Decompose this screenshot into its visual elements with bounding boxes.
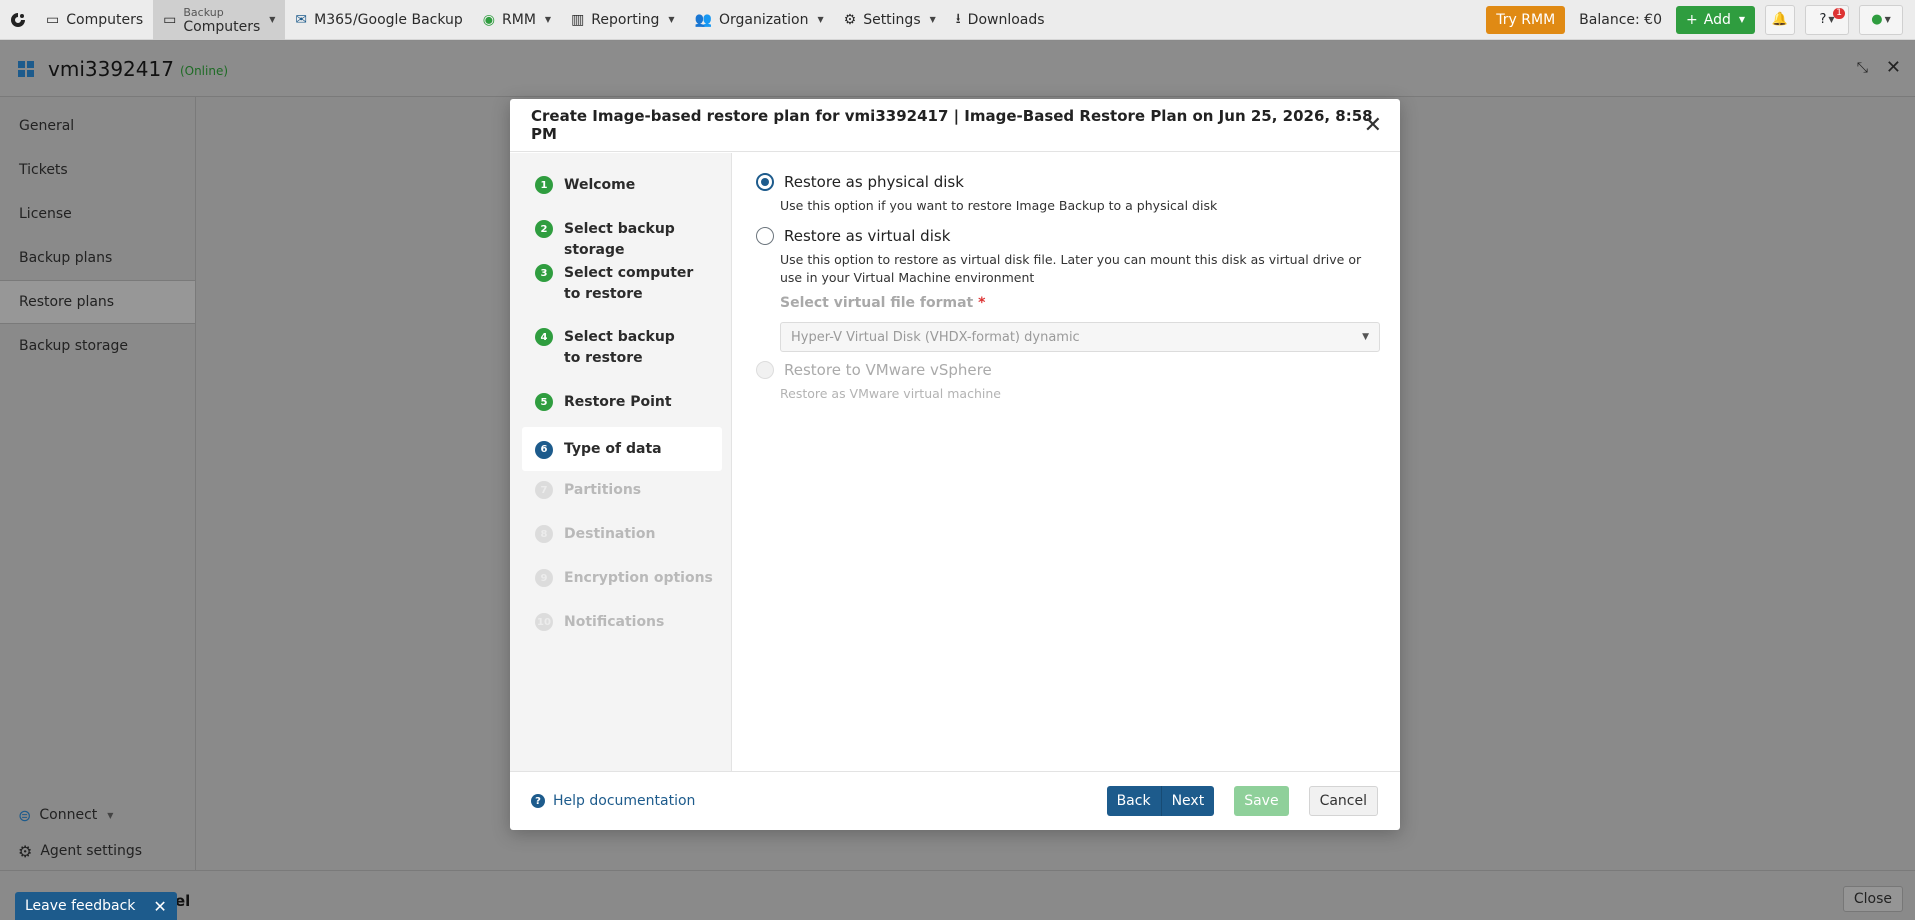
nav-organization[interactable]: 👥 Organization ▼ <box>685 0 834 40</box>
step-encryption-options: 9 Encryption options <box>522 568 722 589</box>
caret-down-icon: ▼ <box>1362 332 1369 342</box>
restore-plan-modal: Create Image-based restore plan for vmi3… <box>510 99 1400 830</box>
sidebar-item-restore-plans[interactable]: Restore plans <box>0 280 195 324</box>
virtual-format-label: Select virtual file format * <box>780 295 986 311</box>
computer-sidebar: General Tickets License Backup plans Res… <box>0 97 196 870</box>
computer-status: (Online) <box>179 63 229 78</box>
connect-button[interactable]: ⊜ Connect ▼ <box>18 797 142 833</box>
user-status-icon: ● <box>1871 12 1883 27</box>
chevron-down-icon: ▼ <box>817 15 824 24</box>
next-button[interactable]: Next <box>1161 786 1215 816</box>
close-icon[interactable]: ✕ <box>1886 57 1901 78</box>
chevron-down-icon: ▼ <box>544 15 552 24</box>
mail-icon: ✉ <box>295 11 308 28</box>
vsphere-radio-row: Restore to VMware vSphere <box>756 361 1380 379</box>
chevron-down-icon: ▼ <box>107 810 114 820</box>
notifications-button[interactable]: 🔔 <box>1765 4 1795 35</box>
gear-icon: ⚙ <box>18 841 33 861</box>
chevron-down-icon: ▼ <box>668 15 675 24</box>
chevron-down-icon: ▼ <box>1884 15 1891 24</box>
wizard-steps: 1 Welcome 2 Select backup storage 3 Sele… <box>510 153 732 771</box>
nav-rmm[interactable]: ◉ RMM ▼ <box>473 0 561 40</box>
bottom-bar <box>0 870 1915 920</box>
physical-disk-radio-row[interactable]: Restore as physical disk <box>756 173 1380 191</box>
add-button[interactable]: + Add ▼ <box>1676 5 1755 34</box>
save-button[interactable]: Save <box>1234 786 1289 816</box>
help-menu-button[interactable]: ? 1 ▼ <box>1805 4 1849 35</box>
close-icon[interactable]: ✕ <box>1364 113 1382 138</box>
chevron-down-icon: ▼ <box>1738 15 1745 24</box>
nav-computers[interactable]: ▭ Computers <box>36 0 153 40</box>
vsphere-radio <box>756 361 774 379</box>
sidebar-item-tickets[interactable]: Tickets <box>0 148 195 192</box>
computer-name: vmi3392417 <box>48 56 174 81</box>
nav-settings[interactable]: ⚙ Settings ▼ <box>834 0 946 40</box>
close-icon[interactable]: ✕ <box>153 897 166 916</box>
modal-title: Create Image-based restore plan for vmi3… <box>510 99 1400 152</box>
option-virtual-disk: Restore as virtual disk Use this option … <box>756 227 1380 287</box>
sidebar-item-general[interactable]: General <box>0 104 195 148</box>
question-icon: ? <box>1819 12 1827 27</box>
gear-icon: ⚙ <box>843 11 857 28</box>
sidebar-item-backup-plans[interactable]: Backup plans <box>0 236 195 280</box>
download-icon: ⭳ <box>955 10 961 27</box>
close-button[interactable]: Close <box>1842 886 1903 912</box>
partial-label: el <box>175 892 191 910</box>
step-select-computer[interactable]: 3 Select computer to restore <box>522 263 712 305</box>
bell-icon: 🔔 <box>1771 12 1789 27</box>
nav-m365-google-backup[interactable]: ✉ M365/Google Backup <box>285 0 472 40</box>
chevron-down-icon: ▼ <box>269 15 276 24</box>
back-button[interactable]: Back <box>1106 786 1162 816</box>
connect-icon: ⊜ <box>18 805 32 825</box>
chevron-down-icon: ▼ <box>929 15 936 24</box>
physical-disk-radio[interactable] <box>756 173 774 191</box>
step-select-backup-storage[interactable]: 2 Select backup storage <box>522 219 722 261</box>
agent-settings-button[interactable]: ⚙ Agent settings <box>18 833 142 869</box>
step-destination: 8 Destination <box>522 524 722 545</box>
top-navbar: ▭ Computers ▭ Backup Computers ▼ ✉ M365/… <box>0 0 1915 40</box>
logo-icon <box>11 12 25 27</box>
nav-downloads[interactable]: ⭳ Downloads <box>946 0 1055 40</box>
windows-icon <box>18 60 34 77</box>
nav-reporting[interactable]: ▥ Reporting ▼ <box>561 0 684 40</box>
virtual-disk-radio[interactable] <box>756 227 774 245</box>
step-notifications: 10 Notifications <box>522 612 722 633</box>
people-icon: 👥 <box>694 11 712 28</box>
balance-label: Balance: €0 <box>1579 11 1662 28</box>
try-rmm-button[interactable]: Try RMM <box>1486 5 1566 34</box>
cancel-button[interactable]: Cancel <box>1308 786 1378 816</box>
virtual-disk-radio-row[interactable]: Restore as virtual disk <box>756 227 1380 245</box>
option-vmware-vsphere: Restore to VMware vSphere Restore as VMw… <box>756 361 1380 403</box>
collapse-icon[interactable]: ⤡ <box>1857 60 1868 78</box>
computer-header: vmi3392417 (Online) ⤡ ✕ <box>0 41 1915 97</box>
sidebar-item-license[interactable]: License <box>0 192 195 236</box>
question-circle-icon: ? <box>531 794 545 808</box>
help-documentation-link[interactable]: ? Help documentation <box>531 793 695 809</box>
step-welcome[interactable]: 1 Welcome <box>522 175 722 196</box>
chart-icon: ▥ <box>571 11 585 28</box>
step-restore-point[interactable]: 5 Restore Point <box>522 392 722 413</box>
plus-icon: + <box>1686 11 1698 28</box>
leave-feedback-button[interactable]: Leave feedback ✕ <box>15 892 177 920</box>
help-badge: 1 <box>1833 7 1845 19</box>
monitor-icon: ▭ <box>46 11 60 28</box>
rmm-icon: ◉ <box>482 11 496 28</box>
sidebar-item-backup-storage[interactable]: Backup storage <box>0 324 195 368</box>
monitor-icon: ▭ <box>163 11 177 28</box>
step-partitions: 7 Partitions <box>522 480 722 501</box>
virtual-format-select: Hyper-V Virtual Disk (VHDX-format) dynam… <box>780 322 1380 352</box>
type-of-data-panel: Restore as physical disk Use this option… <box>732 153 1400 771</box>
nav-backup-computers[interactable]: ▭ Backup Computers ▼ <box>153 0 286 40</box>
step-select-backup[interactable]: 4 Select backup to restore <box>522 327 692 369</box>
option-physical-disk: Restore as physical disk Use this option… <box>756 173 1380 215</box>
user-menu-button[interactable]: ● ▼ <box>1859 4 1903 35</box>
step-type-of-data[interactable]: 6 Type of data <box>522 427 722 471</box>
modal-footer: ? Help documentation Back Next Save Canc… <box>510 771 1400 830</box>
app-logo[interactable] <box>0 0 36 40</box>
